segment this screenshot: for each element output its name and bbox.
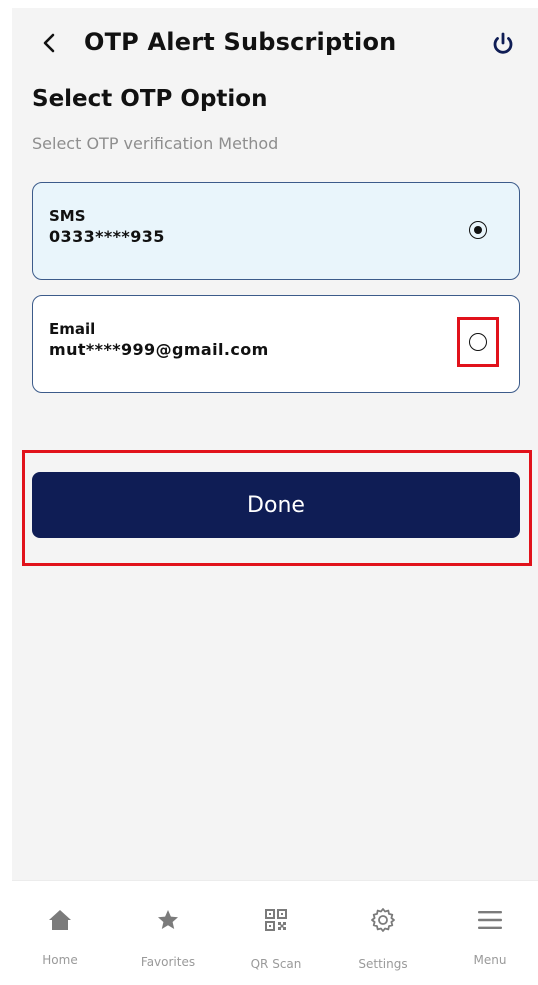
home-icon	[15, 907, 105, 933]
otp-subscription-screen: OTP Alert Subscription Select OTP Option…	[12, 8, 538, 985]
power-icon	[493, 32, 513, 54]
option-value: mut****999@gmail.com	[49, 340, 269, 359]
logout-button[interactable]	[488, 29, 518, 59]
header: OTP Alert Subscription	[12, 22, 538, 66]
email-option-card[interactable]: Email mut****999@gmail.com	[32, 295, 520, 393]
hamburger-menu-icon	[445, 907, 535, 933]
option-value: 0333****935	[49, 227, 165, 246]
chevron-left-icon	[43, 33, 55, 53]
email-radio-highlight	[457, 317, 499, 367]
nav-item-home[interactable]: Home	[15, 881, 105, 981]
nav-item-qr-scan[interactable]: QR Scan	[231, 881, 321, 981]
nav-item-favorites[interactable]: Favorites	[123, 881, 213, 981]
done-button[interactable]: Done	[32, 472, 520, 538]
option-name: Email	[49, 320, 96, 338]
sms-radio-button[interactable]	[469, 221, 487, 239]
section-subtitle: Select OTP verification Method	[32, 134, 279, 153]
gear-icon	[338, 907, 428, 933]
star-icon	[123, 907, 213, 933]
nav-label-menu: Menu	[473, 953, 507, 967]
nav-label-favorites: Favorites	[140, 955, 196, 969]
nav-item-menu[interactable]: Menu	[445, 881, 535, 981]
page-title: OTP Alert Subscription	[84, 28, 397, 56]
nav-label-home: Home	[42, 953, 78, 967]
qr-code-icon	[231, 907, 321, 933]
nav-label-qr-scan: QR Scan	[250, 957, 302, 971]
bottom-navigation: Home Favorites QR Scan Settings Menu	[12, 880, 538, 985]
option-name: SMS	[49, 207, 86, 225]
sms-option-card[interactable]: SMS 0333****935	[32, 182, 520, 280]
nav-item-settings[interactable]: Settings	[338, 881, 428, 981]
section-title: Select OTP Option	[32, 86, 268, 112]
nav-label-settings: Settings	[358, 957, 408, 971]
email-radio-button[interactable]	[469, 333, 487, 351]
back-button[interactable]	[38, 28, 60, 58]
